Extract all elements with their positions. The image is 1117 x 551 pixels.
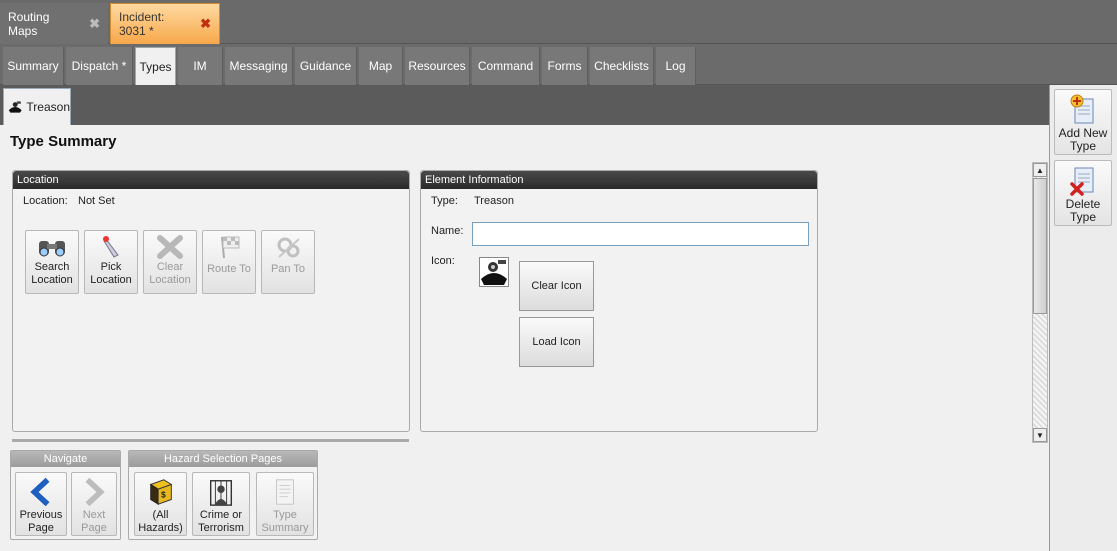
- doc-tab-incident[interactable]: Incident: 3031 * ✖: [110, 3, 220, 44]
- delete-type-button[interactable]: Delete Type: [1054, 160, 1112, 226]
- doc-tab-routing-maps[interactable]: Routing Maps ✖: [0, 3, 108, 44]
- button-label-line2: Location: [90, 274, 132, 286]
- delete-document-icon: [1070, 167, 1094, 196]
- tab-forms[interactable]: Forms: [542, 47, 588, 85]
- button-label-line1: Pan To: [270, 263, 306, 275]
- tab-im[interactable]: IM: [178, 47, 223, 85]
- navigate-header: Navigate: [11, 451, 120, 467]
- section-tabbar: Summary Dispatch * Types IM Messaging Gu…: [0, 44, 1117, 85]
- tab-log[interactable]: Log: [656, 47, 696, 85]
- pointer-icon: [103, 236, 119, 258]
- checkered-flag-icon: [221, 236, 240, 259]
- type-tab-treason[interactable]: Treason: [3, 88, 71, 125]
- button-label-line2: Page: [81, 522, 107, 534]
- button-label-line1: Route To: [207, 263, 251, 275]
- pick-location-button[interactable]: Pick Location: [84, 230, 138, 294]
- main-content: Type Summary Location Location: Not Set …: [0, 125, 1049, 551]
- all-hazards-button[interactable]: $ (All Hazards): [134, 472, 187, 536]
- chevron-right-icon: [85, 477, 105, 507]
- divider: [12, 439, 409, 442]
- treason-icon: [479, 257, 509, 287]
- button-label-line2: Terrorism: [198, 522, 244, 534]
- button-label-line1: Clear: [156, 261, 184, 273]
- type-label: Type:: [431, 195, 458, 207]
- button-label-line2: Summary: [261, 522, 309, 534]
- add-new-type-button[interactable]: Add New Type: [1054, 89, 1112, 155]
- button-label-line1: Type: [273, 509, 297, 521]
- treason-icon: [8, 101, 22, 113]
- tab-dispatch[interactable]: Dispatch *: [66, 47, 133, 85]
- type-summary-button[interactable]: Type Summary: [256, 472, 314, 536]
- right-sidebar: Add New Type Delete Type: [1049, 85, 1117, 551]
- tab-guidance[interactable]: Guidance: [295, 47, 357, 85]
- scroll-down-icon[interactable]: ▼: [1033, 428, 1047, 442]
- button-label-line1: (All: [152, 509, 169, 521]
- button-label-line1: Pick: [100, 261, 122, 273]
- scrollbar-thumb[interactable]: [1033, 178, 1047, 314]
- tab-command[interactable]: Command: [472, 47, 540, 85]
- button-label-line2: Location: [31, 274, 73, 286]
- tab-resources[interactable]: Resources: [405, 47, 470, 85]
- previous-page-button[interactable]: Previous Page: [15, 472, 67, 536]
- crime-icon: [209, 480, 233, 506]
- doc-tab-label: Routing Maps: [8, 9, 50, 38]
- search-location-button[interactable]: Search Location: [25, 230, 79, 294]
- binoculars-icon: [39, 241, 65, 257]
- tab-types[interactable]: Types: [135, 47, 176, 85]
- button-label-line1: Crime or: [199, 509, 243, 521]
- route-to-button[interactable]: Route To: [202, 230, 256, 294]
- vertical-scrollbar[interactable]: ▲ ▼: [1032, 162, 1048, 443]
- button-label-line2: Hazards): [138, 522, 183, 534]
- load-icon-button[interactable]: Load Icon: [519, 317, 594, 367]
- add-document-icon: [1070, 94, 1094, 124]
- hazard-selection-group: Hazard Selection Pages $ (All Hazards) C…: [128, 450, 318, 540]
- clear-icon-button[interactable]: Clear Icon: [519, 261, 594, 311]
- type-tabbar: Treason: [0, 85, 1049, 125]
- button-label-line2: Type: [1069, 210, 1096, 224]
- pan-to-button[interactable]: Pan To: [261, 230, 315, 294]
- button-label-line1: Search: [34, 261, 70, 273]
- location-panel-header: Location: [13, 171, 409, 189]
- button-label-line2: Type: [1069, 139, 1096, 153]
- type-value: Treason: [474, 195, 514, 207]
- element-information-panel: Element Information Type: Treason Name: …: [420, 170, 818, 432]
- next-page-button[interactable]: Next Page: [71, 472, 117, 536]
- doc-tab-label: Incident: 3031 *: [119, 10, 165, 38]
- location-panel: Location Location: Not Set Search Locati…: [12, 170, 410, 432]
- tab-checklists[interactable]: Checklists: [590, 47, 654, 85]
- button-label-line2: Page: [28, 522, 54, 534]
- document-icon: [276, 479, 294, 505]
- book-icon: $: [149, 479, 172, 506]
- button-label-line1: Next: [82, 509, 106, 521]
- button-label-line2: Location: [149, 274, 191, 286]
- clear-x-icon: [157, 235, 183, 259]
- location-label: Location:: [23, 195, 68, 207]
- tab-map[interactable]: Map: [359, 47, 403, 85]
- svg-text:$: $: [161, 490, 166, 500]
- close-icon[interactable]: ✖: [89, 16, 100, 32]
- type-tab-label: Treason: [26, 100, 70, 114]
- button-label-line1: Previous: [19, 509, 63, 521]
- tab-messaging[interactable]: Messaging: [225, 47, 293, 85]
- location-value: Not Set: [78, 195, 115, 207]
- crime-or-terrorism-button[interactable]: Crime or Terrorism: [192, 472, 250, 536]
- document-tabbar: Routing Maps ✖ Incident: 3031 * ✖: [0, 0, 1117, 44]
- name-label: Name:: [431, 225, 464, 237]
- navigate-group: Navigate Previous Page Next Page: [10, 450, 121, 540]
- clear-location-button[interactable]: Clear Location: [143, 230, 197, 294]
- page-title: Type Summary: [10, 133, 117, 150]
- chevron-left-icon: [30, 477, 50, 507]
- tab-summary[interactable]: Summary: [3, 47, 64, 85]
- close-icon[interactable]: ✖: [200, 16, 211, 32]
- scroll-up-icon[interactable]: ▲: [1033, 163, 1047, 177]
- name-field[interactable]: [472, 222, 809, 246]
- pan-icon: [277, 237, 300, 258]
- hazard-selection-header: Hazard Selection Pages: [129, 451, 317, 467]
- element-panel-header: Element Information: [421, 171, 817, 189]
- icon-label: Icon:: [431, 255, 455, 267]
